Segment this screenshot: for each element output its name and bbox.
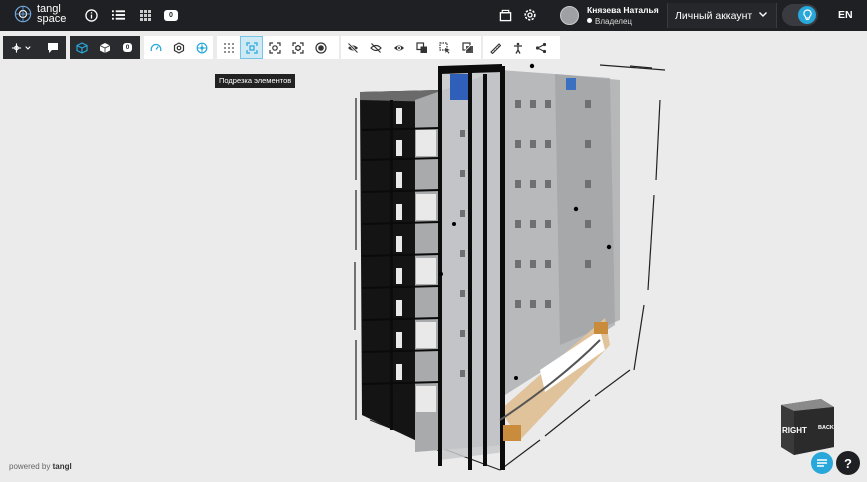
top-bar: tangl space 0 Князева Наталья Владелец Л…	[0, 0, 867, 31]
comment-button[interactable]	[41, 36, 64, 59]
share-button[interactable]	[529, 36, 552, 59]
user-profile[interactable]: Князева Наталья Владелец	[560, 3, 659, 28]
walk-mode-button[interactable]	[506, 36, 529, 59]
copy-layers-icon	[415, 41, 427, 53]
select-similar-button[interactable]	[433, 36, 456, 59]
record-icon	[314, 41, 327, 54]
lightbulb-icon	[798, 6, 816, 24]
hex-settings-button[interactable]	[167, 36, 190, 59]
logo-text: tangl space	[37, 3, 67, 25]
cursor-box-icon	[438, 41, 450, 54]
hide-all-button[interactable]	[341, 36, 364, 59]
show-all-button[interactable]	[387, 36, 410, 59]
theme-toggle[interactable]	[782, 4, 818, 26]
logo[interactable]: tangl space	[14, 3, 67, 25]
navigation-mode-button[interactable]	[3, 36, 41, 59]
toolbar-tools-group	[483, 36, 560, 59]
move-icon	[11, 42, 31, 53]
account-dropdown[interactable]: Личный аккаунт	[667, 3, 777, 28]
section-object-button[interactable]	[286, 36, 309, 59]
target-box-icon	[291, 41, 304, 54]
grid-icon[interactable]	[137, 7, 153, 23]
points-button[interactable]	[217, 36, 240, 59]
orange-panel-right	[594, 322, 608, 334]
orange-panel-left	[503, 425, 521, 441]
speedometer-icon	[150, 43, 161, 51]
eye-off-icon	[347, 42, 358, 53]
view-cube[interactable]: RIGHT BACK	[776, 397, 836, 457]
building-side-volume	[555, 74, 620, 345]
avatar	[560, 6, 579, 25]
model-solid-button[interactable]	[93, 36, 116, 59]
model-count-badge[interactable]: 0	[116, 36, 139, 59]
hide-selected-button[interactable]	[364, 36, 387, 59]
eye-slash-icon	[369, 42, 382, 53]
hexagon-icon	[173, 41, 184, 54]
toolbar-model-group: 0	[70, 36, 140, 59]
layers-transparent-icon	[461, 41, 473, 53]
focus-icon	[268, 41, 281, 54]
comment-icon	[47, 42, 58, 53]
count-badge[interactable]: 0	[164, 10, 178, 21]
settings-icon[interactable]	[522, 7, 538, 23]
package-icon[interactable]	[497, 7, 513, 23]
roof-blue-panel	[566, 78, 576, 90]
chevron-down-icon	[759, 12, 767, 17]
network-icon	[196, 42, 207, 53]
eye-icon	[393, 45, 404, 50]
ruler-icon	[489, 42, 501, 54]
toolbar-navigation-group	[3, 36, 66, 59]
lines-icon	[817, 459, 827, 467]
account-label: Личный аккаунт	[675, 9, 753, 22]
info-icon[interactable]	[83, 7, 99, 23]
viewcube-back-label: BACK	[818, 425, 834, 431]
model-3d-button[interactable]	[70, 36, 93, 59]
network-button[interactable]	[190, 36, 213, 59]
toolbar-view-group	[144, 36, 213, 59]
ghost-button[interactable]	[410, 36, 433, 59]
toolbar-section-group	[217, 36, 339, 59]
isolate-button[interactable]	[309, 36, 332, 59]
performance-button[interactable]	[144, 36, 167, 59]
user-name: Князева Наталья	[587, 4, 659, 15]
cube-outline-icon	[75, 41, 88, 54]
cube-solid-icon	[99, 42, 110, 53]
building-glass-face	[440, 68, 505, 460]
logo-mark-icon	[14, 5, 32, 23]
clip-elements-button[interactable]	[240, 36, 263, 59]
user-role: Владелец	[587, 16, 659, 27]
toolbar-visibility-group	[341, 36, 481, 59]
share-icon	[535, 42, 546, 53]
help-button[interactable]: ?	[836, 451, 860, 475]
section-plane-button[interactable]	[263, 36, 286, 59]
language-switch[interactable]: EN	[838, 9, 853, 21]
transparency-button[interactable]	[456, 36, 479, 59]
chat-button[interactable]	[811, 452, 833, 474]
measure-button[interactable]	[483, 36, 506, 59]
section-box-icon	[245, 41, 258, 54]
list-icon[interactable]	[110, 7, 126, 23]
powered-by-label: powered by tangl	[9, 462, 72, 471]
person-icon	[513, 42, 522, 54]
viewcube-right-label: RIGHT	[782, 426, 807, 435]
dots-grid-icon	[223, 42, 234, 53]
model-viewport[interactable]	[0, 60, 867, 482]
